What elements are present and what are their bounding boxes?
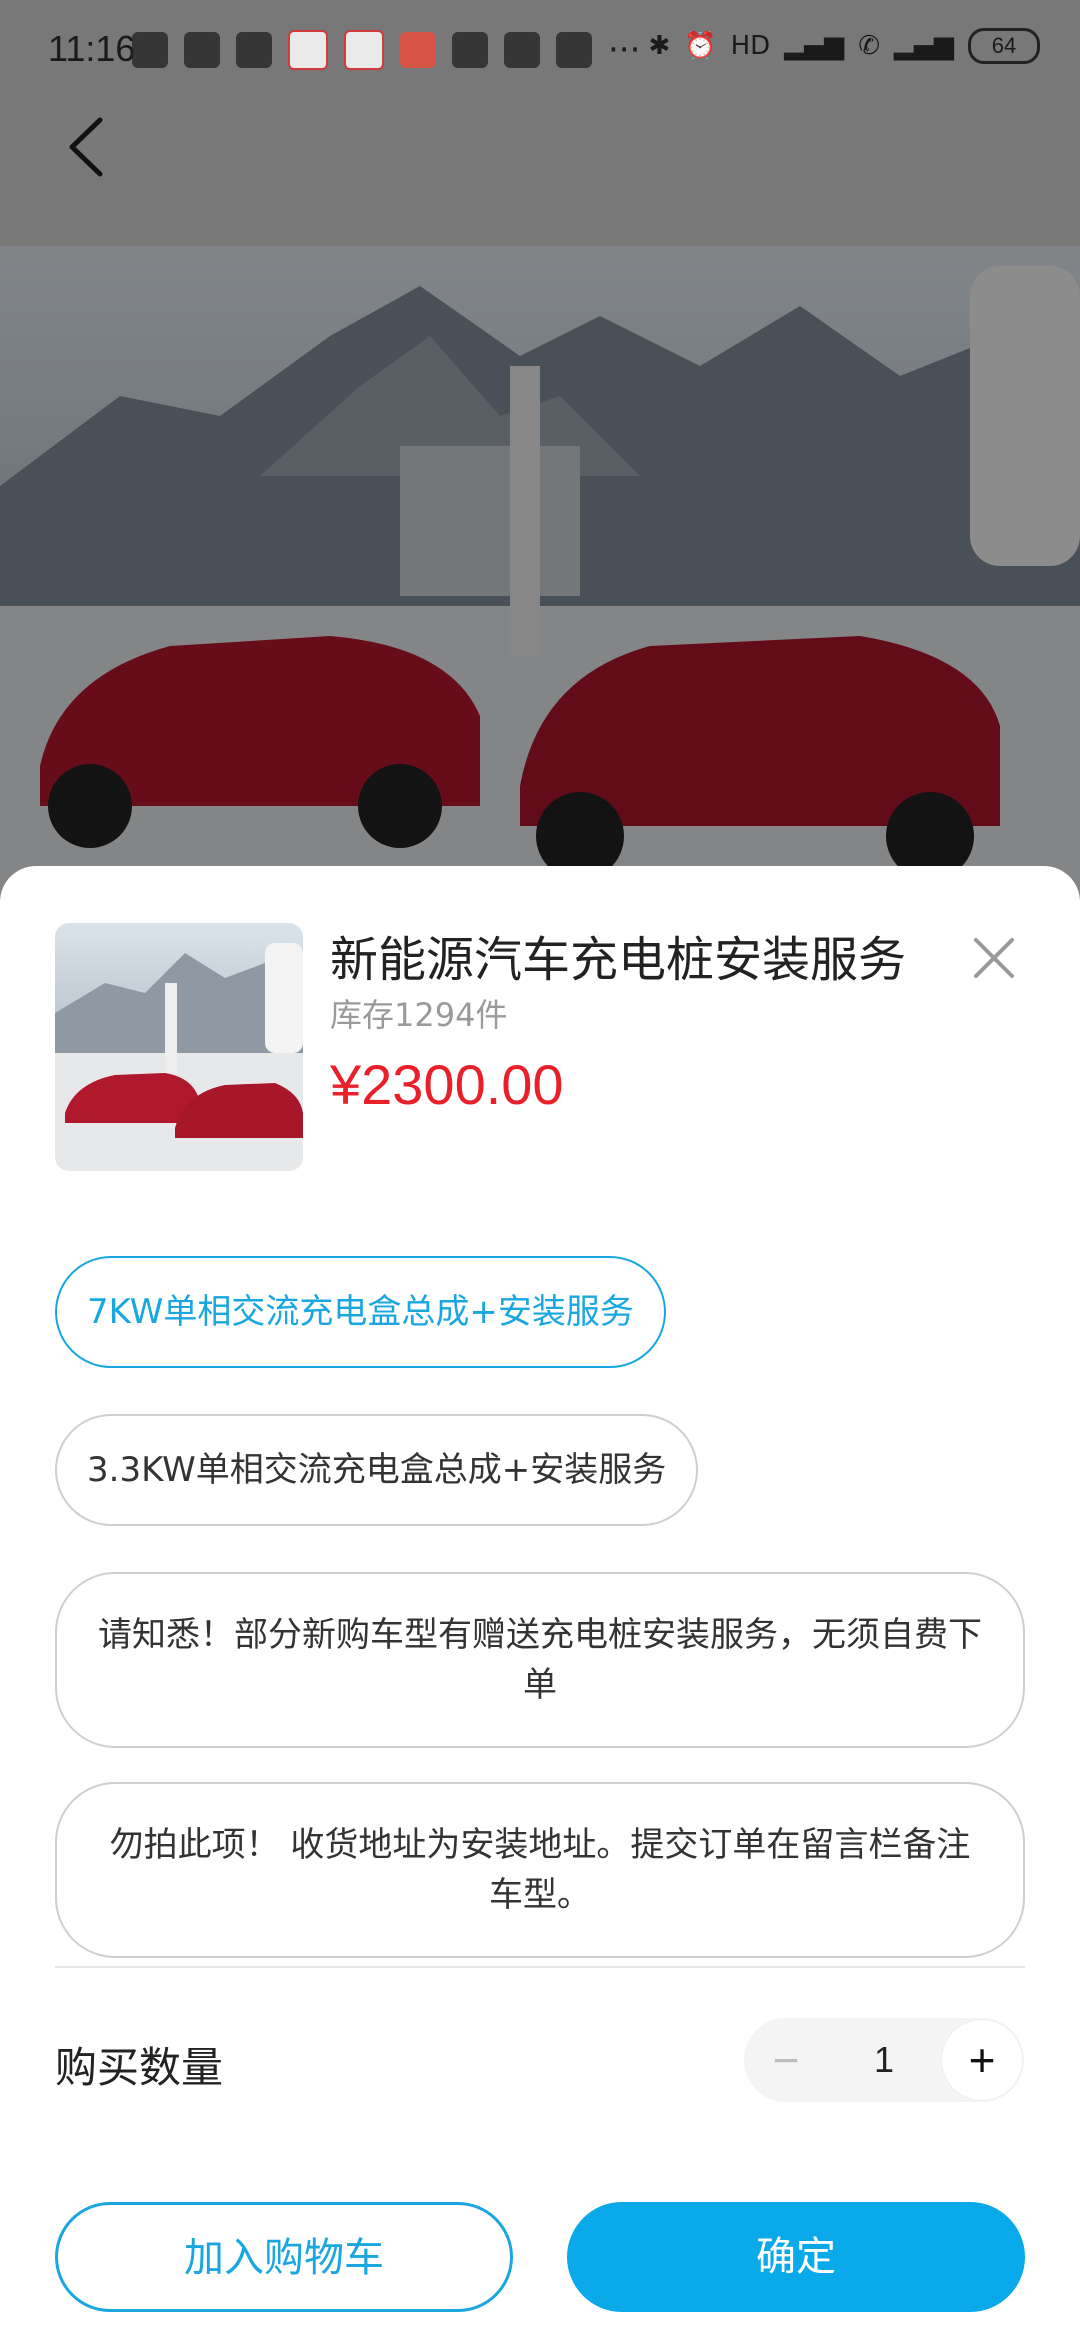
quantity-stepper: − 1 + [744,2018,1024,2102]
spec-group-label-clipped [55,1188,255,1206]
option-7kw[interactable]: 7KW单相交流充电盒总成+安装服务 [55,1256,666,1368]
sku-selector-sheet: 新能源汽车充电桩安装服务 库存1294件 ¥2300.00 7KW单相交流充电盒… [0,866,1080,2340]
status-bar: 11:16 ··· ✱ ⏰ HD ▂▄▆ ✆ ▂▄▆ 64 [0,0,1080,100]
thumbnail-illustration [55,943,303,1171]
more-notifications-icon: ··· [608,30,641,70]
app-58-icon [288,30,328,70]
add-to-cart-button[interactable]: 加入购物车 [55,2202,513,2312]
product-title: 新能源汽车充电桩安装服务 [330,932,907,988]
sim-icon [452,32,488,68]
increment-button[interactable]: + [942,2020,1022,2100]
option-label: 勿拍此项！ 收货地址为安装地址。提交订单在留言栏备注车型。 [109,1825,971,1915]
status-time: 11:16 [48,28,136,69]
hd-icon: HD [730,31,771,61]
divider [55,1966,1025,1968]
option-label: 7KW单相交流充电盒总成+安装服务 [87,1292,634,1332]
bluetooth-icon: ✱ [648,31,671,61]
option-notice[interactable]: 请知悉！部分新购车型有赠送充电桩安装服务，无须自费下单 [55,1572,1025,1748]
quantity-label: 购买数量 [55,2043,224,2092]
message-icon [132,32,168,68]
option-label: 3.3KW单相交流充电盒总成+安装服务 [87,1450,667,1490]
notification-icons: ··· [132,30,640,70]
option-label: 请知悉！部分新购车型有赠送充电桩安装服务，无须自费下单 [98,1615,982,1705]
system-icons: ✱ ⏰ HD ▂▄▆ ✆ ▂▄▆ 64 [648,28,1040,64]
battery-icon: 64 [968,28,1040,64]
product-price: ¥2300.00 [330,1053,564,1116]
uc-browser-icon-2 [556,32,592,68]
alarm-icon: ⏰ [684,31,717,61]
app-red-icon [400,32,436,68]
signal-icon: ▂▄▆ [784,31,845,61]
confirm-button[interactable]: 确定 [567,2202,1025,2312]
trash-icon [184,32,220,68]
app-58-icon-2 [344,30,384,70]
product-thumbnail [55,923,303,1171]
stock-count: 库存1294件 [330,996,508,1034]
quantity-value[interactable]: 1 [824,2018,944,2102]
signal-icon-2: ▂▄▆ [894,31,954,61]
option-do-not-buy[interactable]: 勿拍此项！ 收货地址为安装地址。提交订单在留言栏备注车型。 [55,1782,1025,1958]
mi-store-icon [236,32,272,68]
uc-browser-icon [504,32,540,68]
close-icon[interactable] [964,928,1024,988]
decrement-button[interactable]: − [746,2020,826,2100]
back-arrow-icon[interactable] [60,112,120,182]
option-3-3kw[interactable]: 3.3KW单相交流充电盒总成+安装服务 [55,1414,699,1526]
call-icon: ✆ [858,31,880,61]
